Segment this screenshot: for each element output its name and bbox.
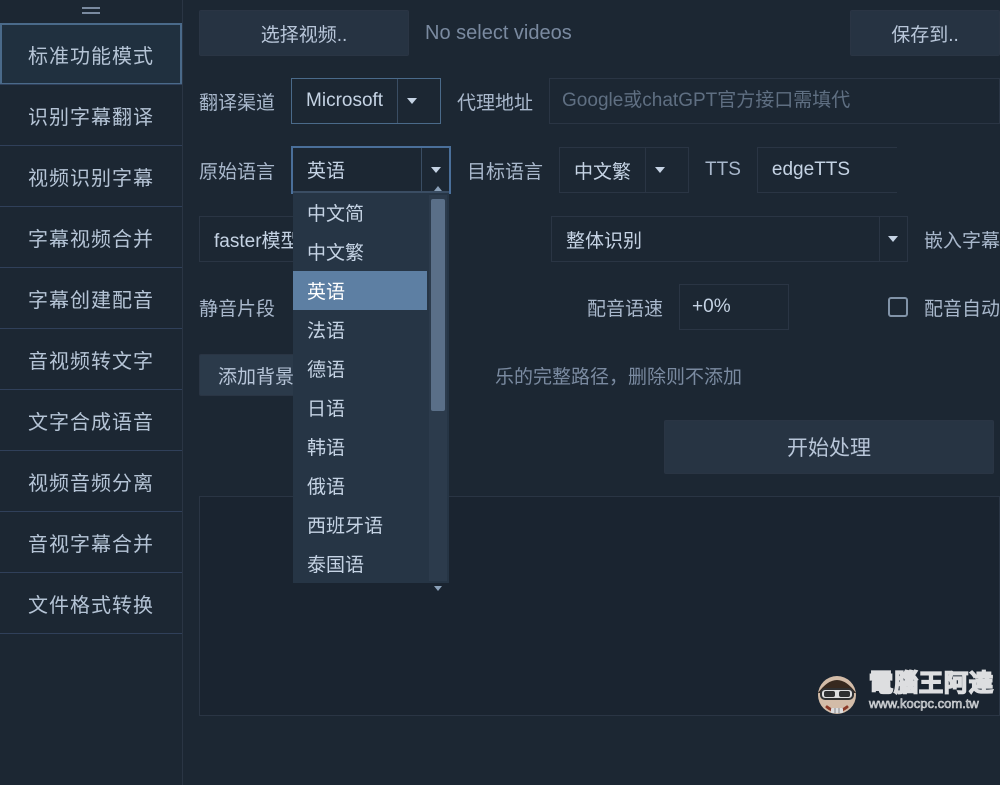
main-panel: 选择视频.. No select videos 保存到.. 翻译渠道 Micro… bbox=[183, 0, 1000, 785]
nav-label: 文字合成语音 bbox=[28, 406, 154, 435]
nav-label: 视频识别字幕 bbox=[28, 162, 154, 191]
source-lang-dropdown: 中文简 中文繁 英语 法语 德语 日语 韩语 俄语 西班牙语 泰国语 bbox=[293, 192, 449, 583]
lang-option[interactable]: 日语 bbox=[293, 388, 427, 427]
target-lang-label: 目标语言 bbox=[467, 157, 543, 184]
nav-label: 识别字幕翻译 bbox=[28, 101, 154, 130]
channel-label: 翻译渠道 bbox=[199, 88, 275, 115]
select-video-button[interactable]: 选择视频.. bbox=[199, 10, 409, 56]
tts-value: edgeTTS bbox=[758, 148, 864, 192]
nav-subtitle-dub[interactable]: 字幕创建配音 bbox=[0, 267, 182, 329]
nav-text-to-speech[interactable]: 文字合成语音 bbox=[0, 389, 182, 451]
nav-av-sub-merge[interactable]: 音视字幕合并 bbox=[0, 511, 182, 573]
embed-subtitle-label: 嵌入字幕 bbox=[924, 226, 1000, 253]
proxy-input[interactable] bbox=[549, 78, 1000, 124]
dub-speed-label: 配音语速 bbox=[587, 294, 663, 321]
channel-value: Microsoft bbox=[292, 79, 397, 123]
nav-format-convert[interactable]: 文件格式转换 bbox=[0, 572, 182, 634]
background-hint: 乐的完整路径，删除则不添加 bbox=[495, 362, 742, 389]
silence-label: 静音片段 bbox=[199, 294, 275, 321]
lang-option[interactable]: 法语 bbox=[293, 310, 427, 349]
lang-option[interactable]: 中文繁 bbox=[293, 232, 427, 271]
nav-subtitle-translate[interactable]: 识别字幕翻译 bbox=[0, 84, 182, 146]
row-channel: 翻译渠道 Microsoft 代理地址 bbox=[199, 78, 1000, 124]
nav-label: 字幕创建配音 bbox=[28, 284, 154, 313]
source-lang-value: 英语 bbox=[293, 148, 421, 191]
menu-icon[interactable] bbox=[0, 0, 182, 24]
nav-video-subtitle[interactable]: 视频识别字幕 bbox=[0, 145, 182, 207]
tts-select[interactable]: edgeTTS bbox=[757, 147, 897, 193]
chevron-down-icon[interactable] bbox=[397, 79, 425, 123]
scroll-up-icon[interactable] bbox=[429, 181, 447, 195]
lang-option[interactable]: 英语 bbox=[293, 271, 427, 310]
target-lang-value: 中文繁 bbox=[560, 148, 645, 192]
nav-label: 音视字幕合并 bbox=[28, 528, 154, 557]
nav-label: 视频音频分离 bbox=[28, 467, 154, 496]
nav-label: 文件格式转换 bbox=[28, 589, 154, 618]
recognition-mode-value: 整体识别 bbox=[552, 217, 879, 261]
scroll-down-icon[interactable] bbox=[429, 581, 447, 595]
lang-option[interactable]: 西班牙语 bbox=[293, 505, 427, 544]
nav-av-separate[interactable]: 视频音频分离 bbox=[0, 450, 182, 512]
nav-label: 音视频转文字 bbox=[28, 345, 154, 374]
save-to-button[interactable]: 保存到.. bbox=[850, 10, 1000, 56]
nav-label: 字幕视频合并 bbox=[28, 223, 154, 252]
lang-option[interactable]: 韩语 bbox=[293, 427, 427, 466]
source-lang-label: 原始语言 bbox=[199, 157, 275, 184]
source-lang-select[interactable]: 英语 中文简 中文繁 英语 法语 德语 日语 韩语 俄语 西班牙语 泰国语 bbox=[291, 146, 451, 194]
scrollbar-thumb[interactable] bbox=[431, 199, 445, 411]
lang-option[interactable]: 德语 bbox=[293, 349, 427, 388]
proxy-label: 代理地址 bbox=[457, 88, 533, 115]
scrollbar[interactable] bbox=[429, 195, 447, 581]
lang-option[interactable]: 中文简 bbox=[293, 193, 427, 232]
chevron-down-icon[interactable] bbox=[879, 217, 907, 261]
channel-select[interactable]: Microsoft bbox=[291, 78, 441, 124]
dub-auto-label: 配音自动 bbox=[924, 294, 1000, 321]
dub-speed-input[interactable] bbox=[679, 284, 789, 330]
nav-av-to-text[interactable]: 音视频转文字 bbox=[0, 328, 182, 390]
target-lang-select[interactable]: 中文繁 bbox=[559, 147, 689, 193]
nav-standard-mode[interactable]: 标准功能模式 bbox=[0, 23, 182, 85]
sidebar: 标准功能模式 识别字幕翻译 视频识别字幕 字幕视频合并 字幕创建配音 音视频转文… bbox=[0, 0, 183, 785]
start-button[interactable]: 开始处理 bbox=[664, 420, 994, 474]
row-language: 原始语言 英语 中文简 中文繁 英语 法语 德语 日语 韩语 俄语 西班牙语 泰… bbox=[199, 146, 1000, 194]
nav-label: 标准功能模式 bbox=[28, 40, 154, 69]
nav-subtitle-merge[interactable]: 字幕视频合并 bbox=[0, 206, 182, 268]
lang-option[interactable]: 泰国语 bbox=[293, 544, 427, 583]
recognition-mode-select[interactable]: 整体识别 bbox=[551, 216, 908, 262]
lang-option[interactable]: 俄语 bbox=[293, 466, 427, 505]
row-file: 选择视频.. No select videos 保存到.. bbox=[199, 10, 1000, 56]
dub-auto-checkbox[interactable] bbox=[888, 297, 908, 317]
tts-label: TTS bbox=[705, 159, 741, 181]
video-status-text: No select videos bbox=[425, 22, 834, 45]
chevron-down-icon[interactable] bbox=[645, 148, 673, 192]
